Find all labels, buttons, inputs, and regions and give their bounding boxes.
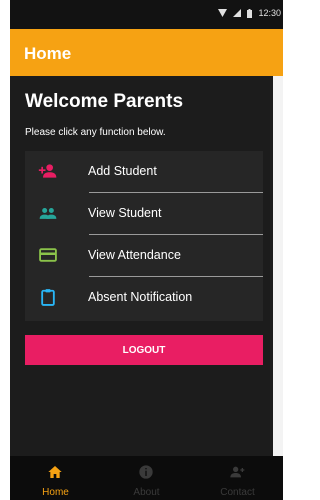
home-icon [48,466,62,478]
bottom-navigation: Home About Contact [10,456,283,500]
nav-tab-contact[interactable]: Contact [192,456,283,500]
menu-item-label: Absent Notification [88,290,193,304]
nav-tab-label: About [133,487,160,498]
scroll-edge [273,76,283,456]
menu-item-label: Add Student [88,164,157,178]
menu-item-label: View Attendance [88,248,181,262]
status-icons: 12:30 [218,8,281,18]
menu-item-view-attendance[interactable]: View Attendance [25,235,263,277]
wifi-icon [218,9,228,17]
app-bar-title: Home [24,44,72,63]
clipboard-icon [41,289,55,306]
add-person-icon [38,164,57,178]
nav-tab-home[interactable]: Home [10,456,101,500]
credit-card-icon [39,248,57,262]
info-icon [139,465,153,479]
menu-item-absent-notification[interactable]: Absent Notification [25,277,263,319]
status-bar: 12:30 [10,0,283,29]
logout-button[interactable]: LOGOUT [25,335,263,365]
menu-item-label: View Student [88,206,162,220]
app-screen: 12:30 Home Welcome Parents Please click … [10,0,283,500]
nav-tab-label: Contact [220,487,255,498]
contact-icon [230,466,245,478]
nav-tab-about[interactable]: About [101,456,192,500]
instruction-text: Please click any function below. [25,127,166,138]
welcome-title: Welcome Parents [25,91,184,112]
battery-icon [247,8,253,18]
status-time: 12:30 [258,8,281,18]
menu-item-add-student[interactable]: Add Student [25,151,263,193]
function-menu: Add Student View Student View Attendance [25,151,263,321]
menu-item-view-student[interactable]: View Student [25,193,263,235]
app-bar: Home [10,29,283,76]
people-icon [39,208,57,219]
signal-icon [233,9,242,17]
nav-tab-label: Home [42,487,69,498]
